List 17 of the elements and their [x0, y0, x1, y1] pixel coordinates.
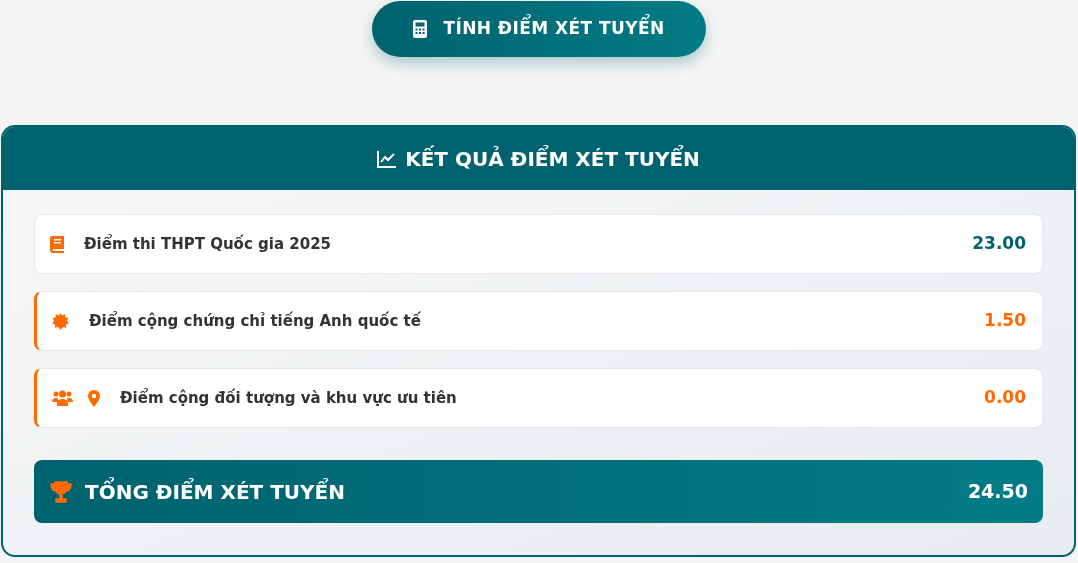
score-value: 1.50 [984, 309, 1026, 333]
card-title: KẾT QUẢ ĐIỂM XÉT TUYỂN [405, 144, 700, 173]
score-value: 0.00 [984, 386, 1026, 410]
total-value: 24.50 [967, 479, 1028, 505]
line-chart-icon [377, 149, 398, 168]
book-icon [50, 235, 64, 253]
badge-icon [52, 312, 69, 330]
calculate-button[interactable]: TÍNH ĐIỂM XÉT TUYỂN [372, 1, 706, 57]
map-pin-icon [88, 389, 100, 407]
calculator-icon [413, 20, 428, 38]
score-label: Điểm cộng chứng chỉ tiếng Anh quốc tế [89, 310, 421, 332]
total-label: TỔNG ĐIỂM XÉT TUYỂN [85, 476, 345, 506]
score-label: Điểm cộng đối tượng và khu vực ưu tiên [120, 387, 457, 409]
users-icon [52, 390, 73, 406]
score-label: Điểm thi THPT Quốc gia 2025 [84, 233, 331, 255]
score-value: 23.00 [972, 232, 1026, 256]
trophy-icon [49, 480, 73, 503]
